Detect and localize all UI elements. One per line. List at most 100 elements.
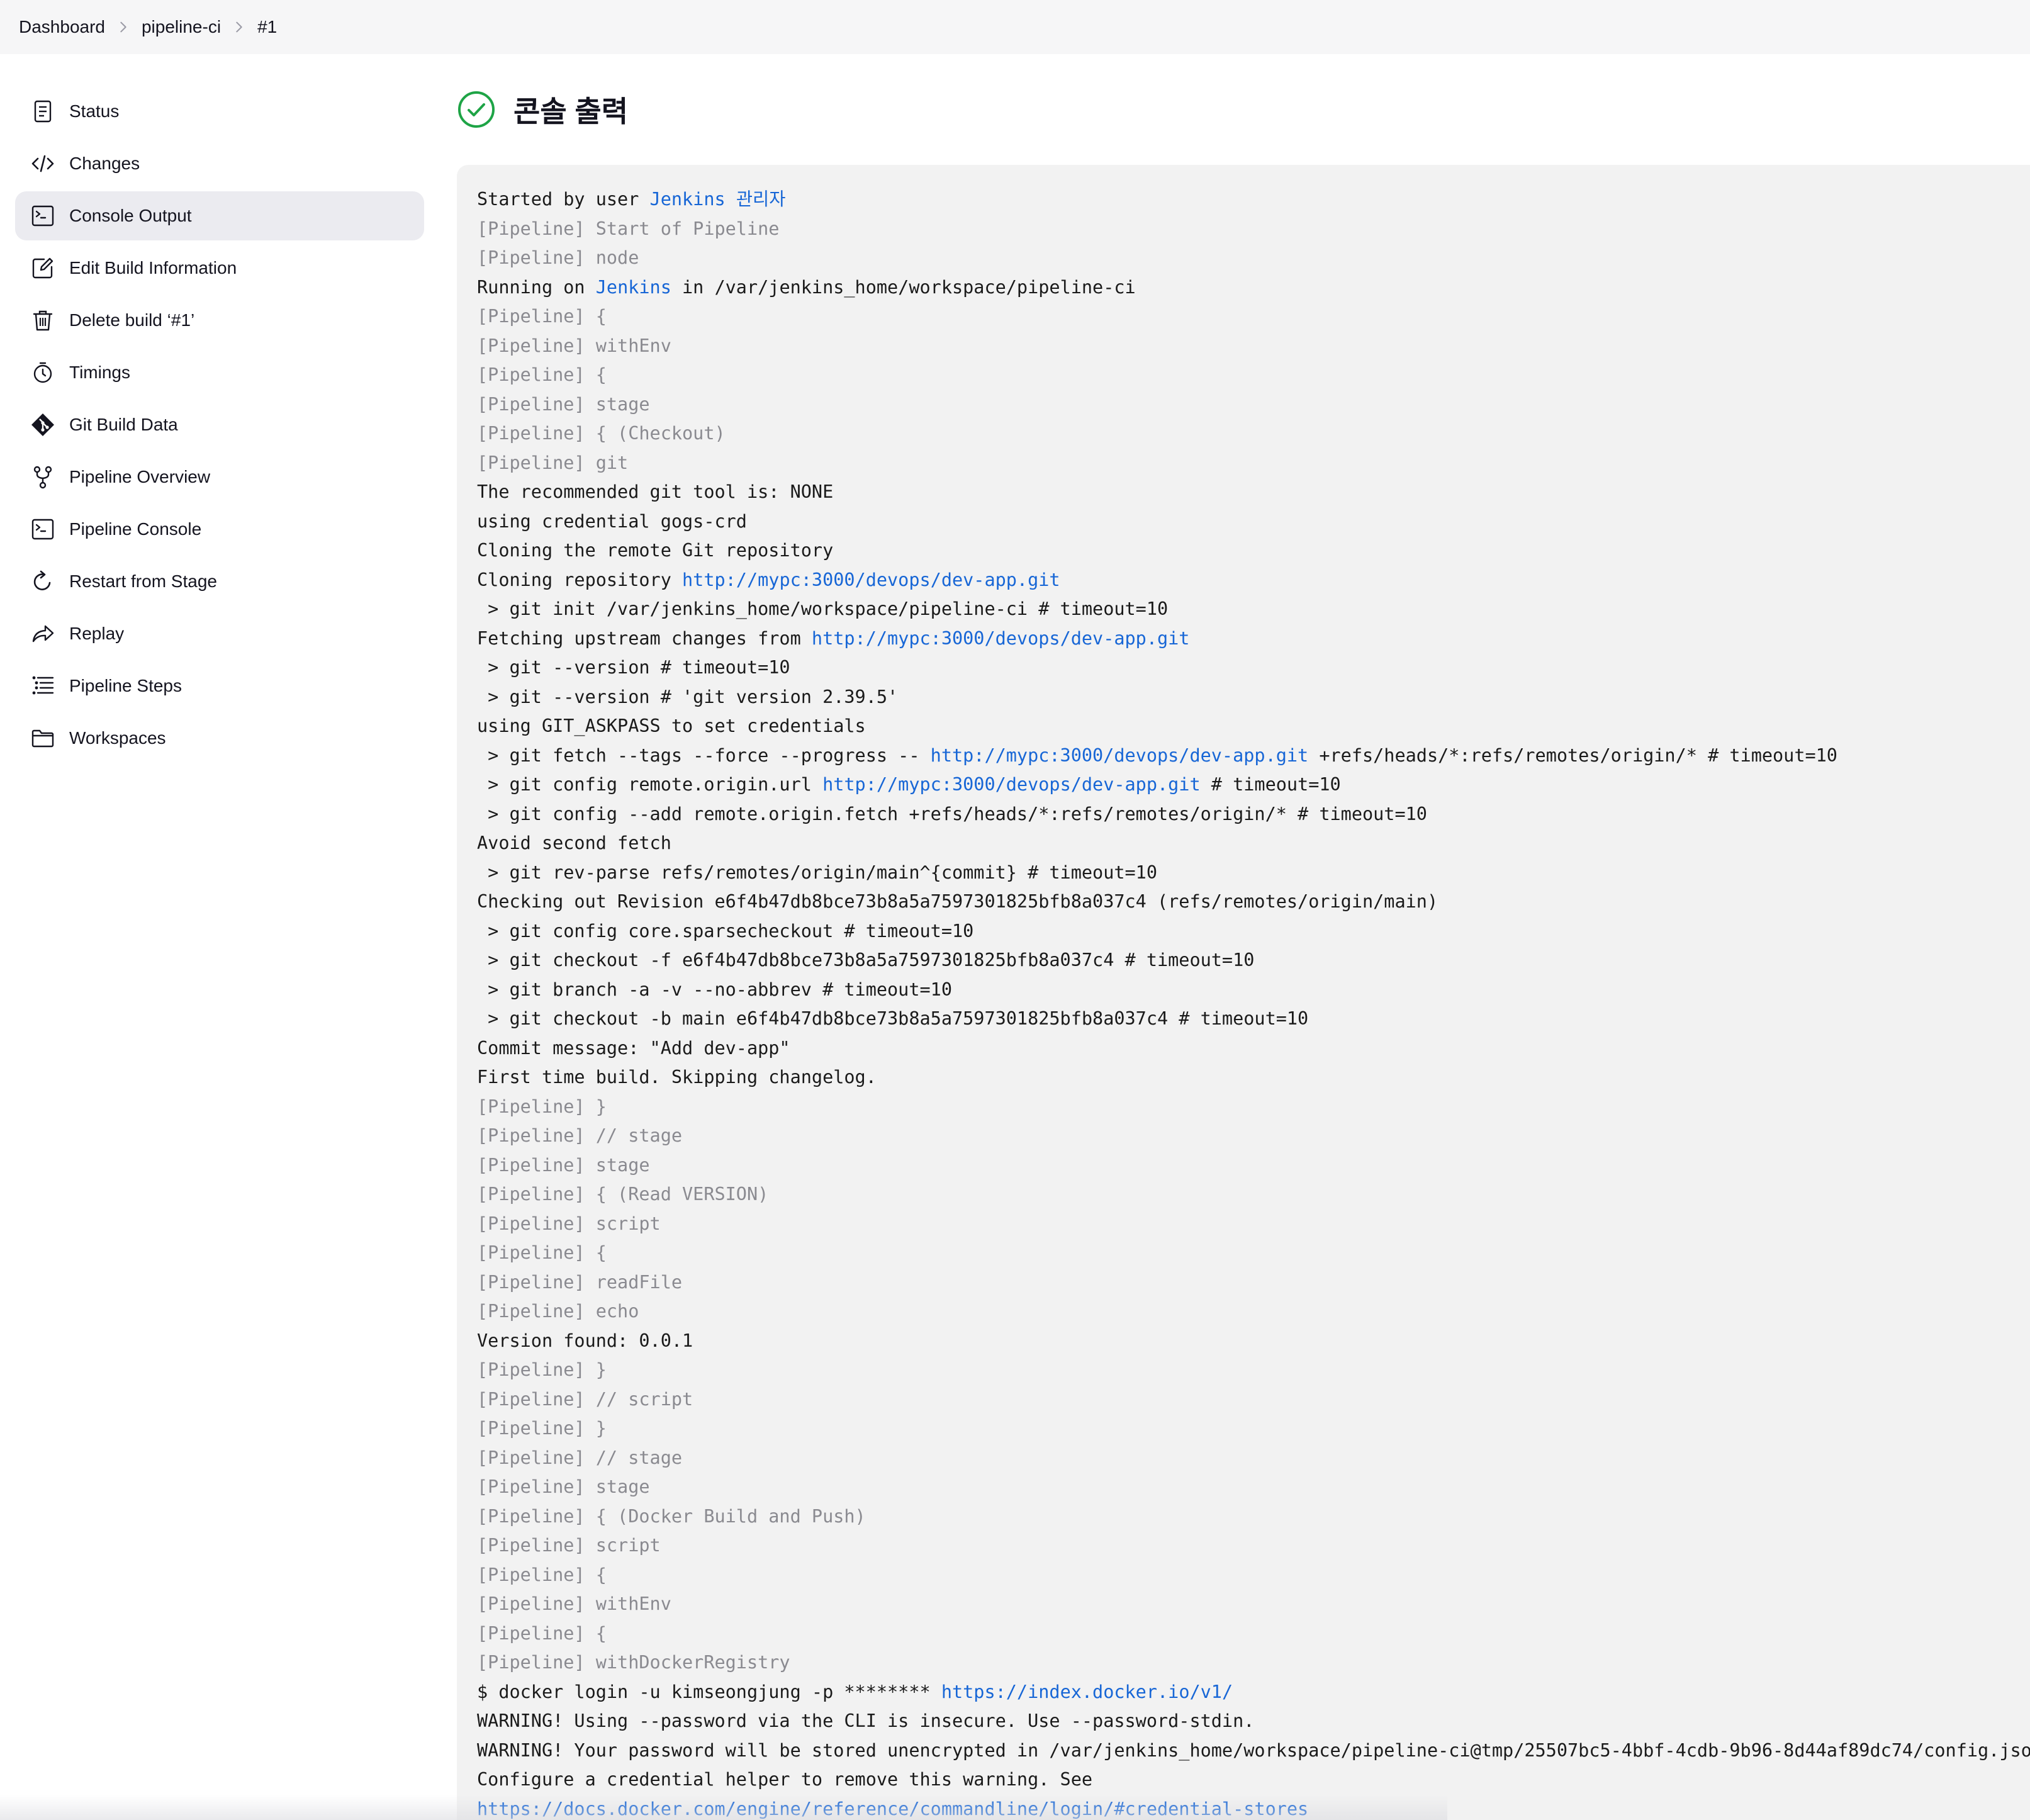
- breadcrumb-job[interactable]: pipeline-ci: [142, 17, 221, 37]
- chevron-right-icon: [105, 20, 142, 34]
- console-line: Fetching upstream changes from http://my…: [477, 624, 2030, 654]
- console-line: [Pipeline] stage: [477, 1151, 2030, 1181]
- console-text: [Pipeline] script: [477, 1213, 661, 1234]
- console-text: [Pipeline] script: [477, 1535, 661, 1556]
- console-text: > git --version # timeout=10: [477, 657, 790, 678]
- sidebar-item-restart-from-stage[interactable]: Restart from Stage: [15, 557, 424, 606]
- sidebar-item-label: Status: [69, 101, 120, 121]
- sidebar-item-status[interactable]: Status: [15, 87, 424, 136]
- console-line: [Pipeline] {: [477, 361, 2030, 390]
- console-line: > git --version # timeout=10: [477, 653, 2030, 683]
- steps-icon: [29, 672, 57, 700]
- console-text: [Pipeline] // script: [477, 1388, 693, 1410]
- console-link[interactable]: http://mypc:3000/devops/dev-app.git: [682, 570, 1060, 590]
- sidebar-item-pipeline-overview[interactable]: Pipeline Overview: [15, 452, 424, 502]
- console-link[interactable]: http://mypc:3000/devops/dev-app.git: [812, 628, 1190, 649]
- console-text: [Pipeline] // stage: [477, 1447, 683, 1468]
- console-link[interactable]: https://docs.docker.com/engine/reference…: [477, 1799, 1308, 1819]
- breadcrumb-dashboard[interactable]: Dashboard: [19, 17, 105, 37]
- console-text: The recommended git tool is: NONE: [477, 481, 834, 502]
- console-line: [Pipeline] echo: [477, 1297, 2030, 1327]
- sidebar-item-workspaces[interactable]: Workspaces: [15, 714, 424, 763]
- code-icon: [29, 150, 57, 177]
- terminal-icon: [29, 515, 57, 543]
- console-line: [Pipeline] { (Checkout): [477, 419, 2030, 449]
- console-line: [Pipeline] { (Docker Build and Push): [477, 1502, 2030, 1532]
- page-title: 콘솔 출력: [513, 95, 629, 128]
- console-text: > git --version # 'git version 2.39.5': [477, 686, 899, 707]
- console-line: Commit message: "Add dev-app": [477, 1034, 2030, 1064]
- breadcrumb: Dashboard pipeline-ci #1: [0, 0, 2030, 54]
- console-text: # timeout=10: [1200, 774, 1341, 795]
- console-line: > git config remote.origin.url http://my…: [477, 770, 2030, 800]
- success-check-icon: [458, 91, 495, 128]
- breadcrumb-build[interactable]: #1: [257, 17, 277, 37]
- console-line: [Pipeline] {: [477, 1619, 2030, 1649]
- console-link[interactable]: http://mypc:3000/devops/dev-app.git: [822, 774, 1201, 795]
- console-line: WARNING! Your password will be stored un…: [477, 1736, 2030, 1766]
- edit-icon: [29, 254, 57, 282]
- console-line: [Pipeline] node: [477, 244, 2030, 273]
- console-text: > git config remote.origin.url: [477, 774, 823, 795]
- console-text: using GIT_ASKPASS to set credentials: [477, 716, 866, 736]
- console-text: $ docker login -u kimseongjung -p ******…: [477, 1681, 941, 1702]
- restart-icon: [29, 568, 57, 595]
- console-line: [Pipeline] readFile: [477, 1268, 2030, 1298]
- folder-icon: [29, 724, 57, 752]
- console-line: [Pipeline] }: [477, 1414, 2030, 1444]
- sidebar-item-label: Edit Build Information: [69, 258, 237, 278]
- console-text: [Pipeline] git: [477, 452, 629, 473]
- sidebar-item-changes[interactable]: Changes: [15, 139, 424, 188]
- console-text: > git config core.sparsecheckout # timeo…: [477, 920, 974, 941]
- console-text: +refs/heads/*:refs/remotes/origin/* # ti…: [1308, 744, 1837, 766]
- sidebar-item-edit-build-information[interactable]: Edit Build Information: [15, 244, 424, 293]
- console-text: > git branch -a -v --no-abbrev # timeout…: [477, 979, 952, 1000]
- sidebar-item-pipeline-console[interactable]: Pipeline Console: [15, 505, 424, 554]
- console-output: Started by user Jenkins 관리자 [Pipeline] St…: [457, 165, 2030, 1820]
- console-line: > git fetch --tags --force --progress --…: [477, 741, 2030, 771]
- console-text: Checking out Revision e6f4b47db8bce73b8a…: [477, 891, 1438, 912]
- console-line: [Pipeline] {: [477, 1561, 2030, 1590]
- console-link[interactable]: Jenkins: [596, 277, 671, 298]
- console-line: [Pipeline] Start of Pipeline: [477, 215, 2030, 244]
- sidebar-item-git-build-data[interactable]: Git Build Data: [15, 400, 424, 449]
- sidebar-item-label: Console Output: [69, 206, 192, 225]
- console-text: Running on: [477, 276, 596, 298]
- console-text: [Pipeline] stage: [477, 393, 650, 415]
- console-text: Configure a credential helper to remove …: [477, 1769, 1093, 1790]
- console-line: [Pipeline] // stage: [477, 1444, 2030, 1473]
- sidebar-item-label: Replay: [69, 624, 125, 643]
- console-line: Cloning repository http://mypc:3000/devo…: [477, 566, 2030, 595]
- sidebar-item-label: Delete build ‘#1’: [69, 310, 195, 330]
- console-text: [Pipeline] Start of Pipeline: [477, 218, 780, 239]
- console-text: Fetching upstream changes from: [477, 627, 812, 649]
- console-line: > git branch -a -v --no-abbrev # timeout…: [477, 975, 2030, 1005]
- sidebar-item-timings[interactable]: Timings: [15, 348, 424, 397]
- sidebar-item-delete-build[interactable]: Delete build ‘#1’: [15, 296, 424, 345]
- sidebar-item-label: Pipeline Overview: [69, 467, 211, 486]
- stopwatch-icon: [29, 359, 57, 386]
- console-link[interactable]: https://index.docker.io/v1/: [941, 1682, 1233, 1702]
- console-text: Avoid second fetch: [477, 833, 671, 853]
- console-text: [Pipeline] { (Docker Build and Push): [477, 1505, 866, 1527]
- console-line: [Pipeline] {: [477, 1239, 2030, 1268]
- console-text: [Pipeline] echo: [477, 1301, 639, 1322]
- console-text: [Pipeline] stage: [477, 1476, 650, 1497]
- sidebar-item-pipeline-steps[interactable]: Pipeline Steps: [15, 661, 424, 711]
- sidebar-item-console-output[interactable]: Console Output: [15, 191, 424, 240]
- console-link[interactable]: Jenkins 관리자: [650, 189, 786, 210]
- sidebar-item-label: Changes: [69, 154, 140, 173]
- sidebar-item-replay[interactable]: Replay: [15, 609, 424, 658]
- console-text: [Pipeline] stage: [477, 1154, 650, 1176]
- console-text: [Pipeline] }: [477, 1418, 607, 1439]
- console-line: WARNING! Using --password via the CLI is…: [477, 1707, 2030, 1736]
- console-text: Commit message: "Add dev-app": [477, 1037, 790, 1059]
- console-link[interactable]: http://mypc:3000/devops/dev-app.git: [931, 745, 1309, 766]
- console-line: Checking out Revision e6f4b47db8bce73b8a…: [477, 887, 2030, 917]
- console-text: > git checkout -b main e6f4b47db8bce73b8…: [477, 1008, 1309, 1029]
- console-line: Running on Jenkins in /var/jenkins_home/…: [477, 273, 2030, 303]
- console-text: > git checkout -f e6f4b47db8bce73b8a5a75…: [477, 950, 1255, 970]
- console-line: First time build. Skipping changelog.: [477, 1063, 2030, 1093]
- console-line: [Pipeline] }: [477, 1356, 2030, 1385]
- sidebar-item-label: Restart from Stage: [69, 571, 217, 591]
